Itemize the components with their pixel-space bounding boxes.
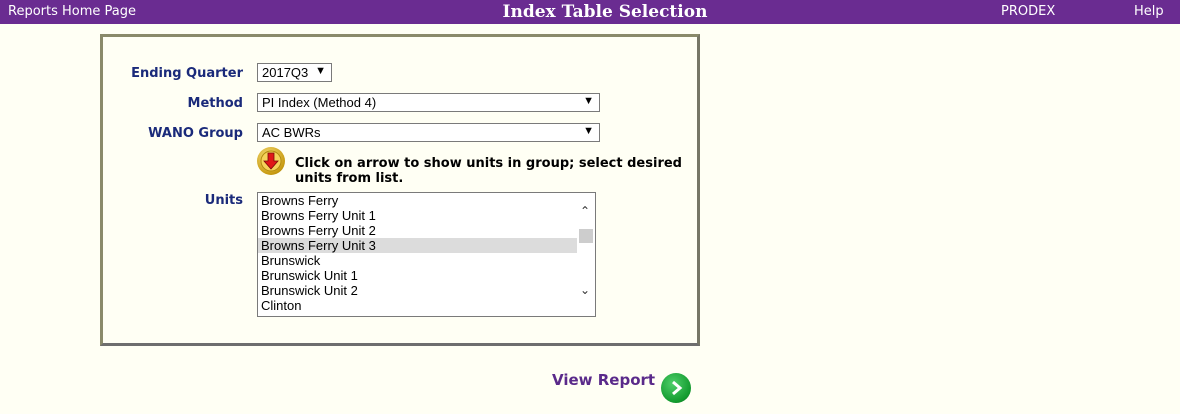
view-report-link[interactable]: View Report [552, 371, 655, 389]
method-select[interactable]: PI Index (Method 4) ▼ [257, 93, 600, 112]
units-list-item[interactable]: Brunswick [258, 253, 578, 268]
scroll-up-icon[interactable]: ⌃ [580, 204, 590, 218]
chevron-down-icon: ▼ [315, 65, 326, 77]
scroll-thumb[interactable] [579, 229, 593, 243]
units-list-item[interactable]: Brunswick Unit 1 [258, 268, 578, 283]
units-scrollbar[interactable]: ⌃ ⌄ [577, 193, 595, 316]
wano-group-value: AC BWRs [262, 125, 321, 140]
view-report-button[interactable] [661, 373, 691, 403]
ending-quarter-value: 2017Q3 [262, 65, 309, 80]
wano-group-label: WANO Group [148, 126, 243, 141]
units-list-item[interactable]: Browns Ferry Unit 2 [258, 223, 578, 238]
chevron-down-icon: ▼ [583, 95, 594, 107]
header-bar: Reports Home Page Index Table Selection … [0, 0, 1180, 24]
method-label: Method [187, 96, 243, 111]
units-listbox[interactable]: Browns Ferry Browns Ferry Unit 1 Browns Fe… [257, 192, 596, 317]
scroll-down-icon[interactable]: ⌄ [580, 283, 590, 297]
units-list-item[interactable]: Browns Ferry Unit 3 [258, 238, 578, 253]
ending-quarter-select[interactable]: 2017Q3 ▼ [257, 63, 332, 82]
prodex-link[interactable]: PRODEX [1001, 4, 1055, 19]
method-value: PI Index (Method 4) [262, 95, 377, 110]
units-list-item[interactable]: Clinton [258, 298, 578, 313]
instruction-text: Click on arrow to show units in group; s… [295, 156, 682, 186]
units-label: Units [204, 193, 243, 208]
show-units-arrow-button[interactable] [257, 147, 285, 175]
go-arrow-icon [672, 380, 683, 396]
selection-panel: Ending Quarter 2017Q3 ▼ Method PI Index … [100, 34, 700, 346]
wano-group-select[interactable]: AC BWRs ▼ [257, 123, 600, 142]
ending-quarter-label: Ending Quarter [131, 66, 243, 81]
units-list: Browns Ferry Browns Ferry Unit 1 Browns Fe… [258, 193, 578, 313]
units-list-item[interactable]: Browns Ferry Unit 1 [258, 208, 578, 223]
units-list-item[interactable]: Brunswick Unit 2 [258, 283, 578, 298]
units-list-item[interactable]: Browns Ferry [258, 193, 578, 208]
red-down-arrow-icon [260, 150, 282, 172]
help-link[interactable]: Help [1134, 4, 1164, 19]
chevron-down-icon: ▼ [583, 125, 594, 137]
